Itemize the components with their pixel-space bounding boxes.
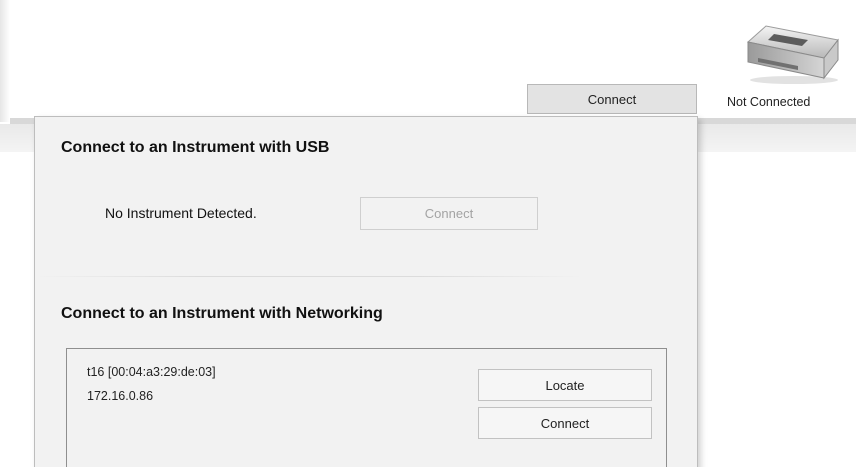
left-edge-shade (0, 0, 10, 122)
connect-dropdown-panel: Connect to an Instrument with USB No Ins… (34, 116, 698, 467)
instrument-device-icon[interactable] (738, 22, 842, 86)
section-divider (35, 276, 583, 277)
network-connect-button[interactable]: Connect (478, 407, 652, 439)
network-instrument-item[interactable]: t16 [00:04:a3:29:de:03] 172.16.0.86 Loca… (66, 348, 667, 467)
app-window: Connect Not Connected Connect to an Inst… (0, 0, 856, 467)
network-section-title: Connect to an Instrument with Networking (61, 305, 383, 322)
usb-connect-button[interactable]: Connect (360, 197, 538, 230)
usb-status-text: No Instrument Detected. (105, 205, 257, 221)
usb-section-title: Connect to an Instrument with USB (61, 139, 330, 156)
locate-button[interactable]: Locate (478, 369, 652, 401)
instrument-ip: 172.16.0.86 (87, 389, 154, 403)
instrument-name: t16 [00:04:a3:29:de:03] (87, 365, 216, 379)
connect-toggle-button[interactable]: Connect (527, 84, 697, 114)
connection-status-label: Not Connected (727, 95, 811, 109)
